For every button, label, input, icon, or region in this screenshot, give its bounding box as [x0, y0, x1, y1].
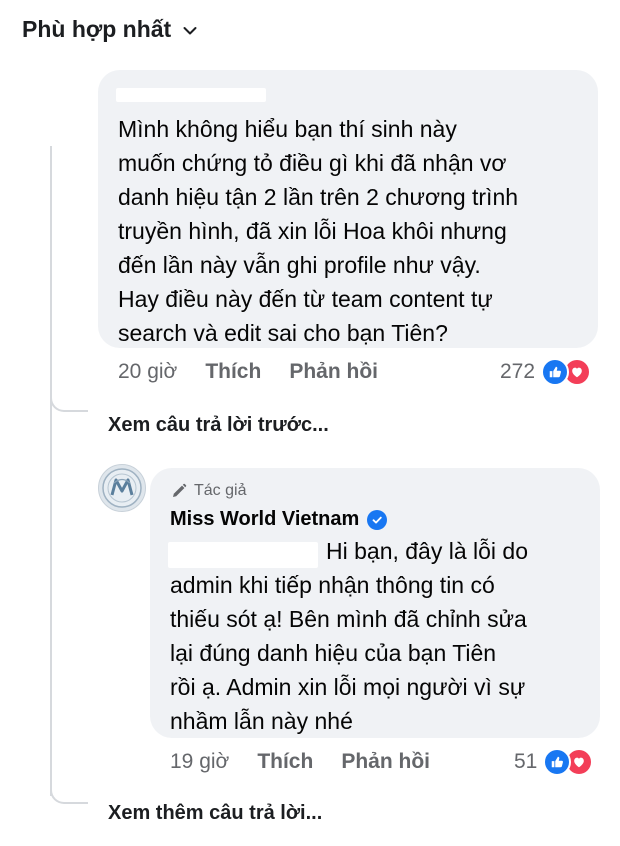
avatar[interactable] — [98, 464, 146, 512]
comment-line: Mình không hiểu bạn thí sinh này — [118, 116, 457, 142]
comment-line: search và edit sai cho bạn Tiên? — [118, 320, 448, 346]
comment-line: danh hiệu tận 2 lần trên 2 chương trình — [118, 184, 519, 210]
reply-button[interactable]: Phản hồi — [341, 750, 430, 774]
reaction-icons — [543, 748, 594, 776]
thread-line — [50, 146, 52, 796]
reply-actions: 19 giờ Thích Phản hồi — [170, 750, 430, 774]
comment-bubble: Mình không hiểu bạn thí sinh này muốn ch… — [98, 70, 598, 348]
like-reaction-icon — [543, 748, 572, 776]
like-button[interactable]: Thích — [257, 750, 313, 774]
reply-line: nhầm lẫn này nhé — [170, 708, 353, 734]
reaction-count: 51 — [514, 750, 538, 773]
comment-line: Hay điều này đến từ team content tự — [118, 286, 493, 312]
reaction-count: 272 — [500, 360, 536, 383]
reply-line: admin khi tiếp nhận thông tin có — [170, 572, 495, 598]
reaction-icons — [541, 358, 592, 386]
thread-connector — [50, 380, 88, 412]
pencil-icon — [173, 483, 187, 497]
view-more-replies-link[interactable]: Xem thêm câu trả lời... — [108, 802, 322, 825]
author-badge-label: Tác giả — [194, 482, 247, 499]
chevron-down-icon — [183, 26, 197, 34]
thread-connector — [50, 772, 88, 804]
sort-label: Phù hợp nhất — [22, 16, 172, 42]
like-button[interactable]: Thích — [205, 360, 261, 384]
commenter-name-redacted — [116, 88, 266, 102]
reply-button[interactable]: Phản hồi — [289, 360, 378, 384]
comment-actions: 20 giờ Thích Phản hồi — [118, 360, 378, 384]
comment-line: muốn chứng tỏ điều gì khi đã nhận vơ — [118, 150, 507, 176]
reaction-summary[interactable]: 51 — [514, 748, 594, 776]
reply-bubble: Tác giả Miss World Vietnam Hi bạn, đây l… — [150, 468, 600, 738]
comment-time[interactable]: 20 giờ — [118, 360, 177, 384]
sort-dropdown[interactable]: Phù hợp nhất — [22, 16, 197, 43]
author-badge: Tác giả — [170, 482, 246, 500]
author-name[interactable]: Miss World Vietnam — [170, 508, 359, 531]
view-previous-replies-link[interactable]: Xem câu trả lời trước... — [108, 414, 329, 437]
miss-world-logo-icon — [102, 468, 142, 508]
reply-text: Hi bạn, đây là lỗi do admin khi tiếp nhậ… — [170, 534, 528, 738]
reply-line: thiếu sót ạ! Bên mình đã chỉnh sửa — [170, 606, 527, 632]
comment-line: đến lần này vẫn ghi profile như vậy. — [118, 252, 481, 278]
verified-badge-icon — [367, 509, 388, 530]
like-reaction-icon — [541, 358, 570, 386]
comment-line: truyền hình, đã xin lỗi Hoa khôi nhưng — [118, 218, 507, 244]
reply-time[interactable]: 19 giờ — [170, 750, 229, 774]
reply-author: Miss World Vietnam — [170, 508, 388, 531]
reply-line: lại đúng danh hiệu của bạn Tiên — [170, 640, 497, 666]
reply-first-line: Hi bạn, đây là lỗi do — [326, 538, 529, 564]
comment-text: Mình không hiểu bạn thí sinh này muốn ch… — [118, 112, 518, 350]
reply-line: rồi ạ. Admin xin lỗi mọi người vì sự — [170, 674, 526, 700]
reaction-summary[interactable]: 272 — [500, 358, 592, 386]
